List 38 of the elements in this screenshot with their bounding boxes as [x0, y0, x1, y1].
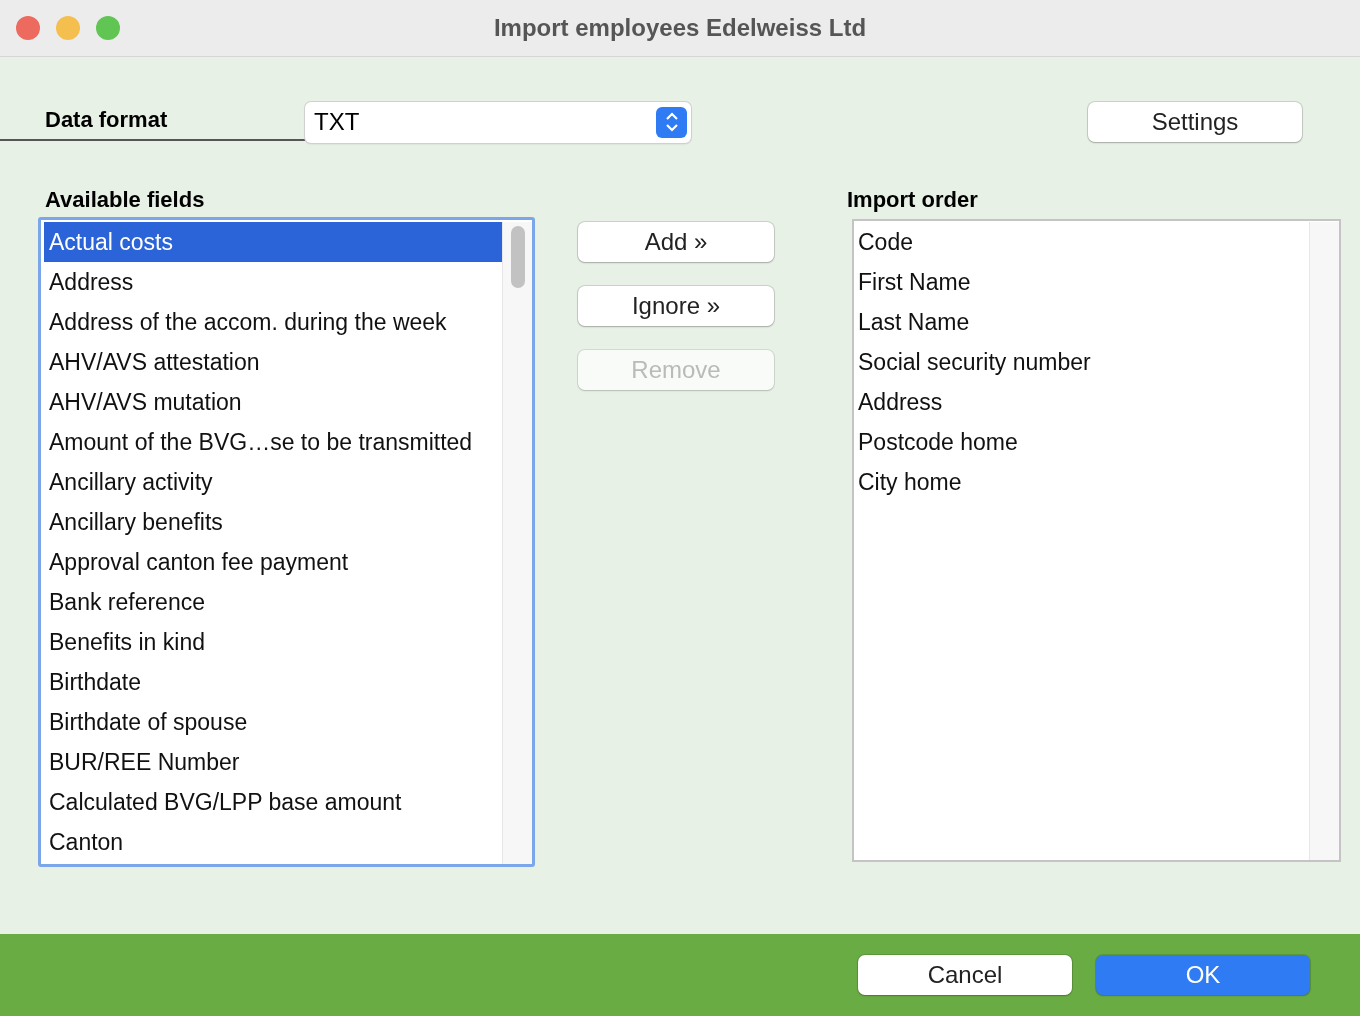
minimize-button[interactable]	[56, 16, 80, 40]
list-item[interactable]: Address	[854, 382, 1309, 422]
list-item[interactable]: Bank reference	[44, 582, 502, 622]
stepper-icon	[656, 106, 687, 138]
list-item[interactable]: Ancillary benefits	[44, 502, 502, 542]
list-item[interactable]: Social security number	[854, 342, 1309, 382]
list-item[interactable]: AHV/AVS mutation	[44, 382, 502, 422]
scrollbar[interactable]	[502, 222, 532, 864]
ok-button[interactable]: OK	[1096, 955, 1310, 995]
list-item[interactable]: Ancillary activity	[44, 462, 502, 502]
list-item[interactable]: Code	[854, 222, 1309, 262]
available-fields-label: Available fields	[44, 187, 206, 214]
action-button[interactable]: Add »	[578, 222, 774, 262]
list-item[interactable]: Actual costs	[44, 222, 502, 262]
list-item[interactable]: AHV/AVS attestation	[44, 342, 502, 382]
close-button[interactable]	[16, 16, 40, 40]
action-button[interactable]: Ignore »	[578, 286, 774, 326]
list-item[interactable]: Address of the accom. during the week	[44, 302, 502, 342]
list-item[interactable]: Approval canton fee payment	[44, 542, 502, 582]
list-item[interactable]: City home	[854, 462, 1309, 502]
settings-button[interactable]: Settings	[1088, 102, 1302, 142]
list-item[interactable]: Calculated BVG/LPP base amount	[44, 782, 502, 822]
list-item[interactable]: Address	[44, 262, 502, 302]
list-item[interactable]: Canton	[44, 822, 502, 862]
window-title: Import employees Edelweiss Ltd	[493, 14, 867, 42]
list-item[interactable]: First Name	[854, 262, 1309, 302]
cancel-button[interactable]: Cancel	[858, 955, 1072, 995]
data-format-select[interactable]: TXT	[305, 101, 691, 143]
list-item[interactable]: Amount of the BVG…se to be transmitted	[44, 422, 502, 462]
scrollbar-thumb[interactable]	[511, 226, 525, 288]
list-item[interactable]: Birthdate of spouse	[44, 702, 502, 742]
import-order-label: Import order	[847, 187, 979, 214]
zoom-button[interactable]	[96, 16, 120, 40]
list-item[interactable]: Benefits in kind	[44, 622, 502, 662]
list-item[interactable]: BUR/REE Number	[44, 742, 502, 782]
list-item[interactable]: Last Name	[854, 302, 1309, 342]
list-item[interactable]: Birthdate	[44, 662, 502, 702]
list-item[interactable]: Postcode home	[854, 422, 1309, 462]
